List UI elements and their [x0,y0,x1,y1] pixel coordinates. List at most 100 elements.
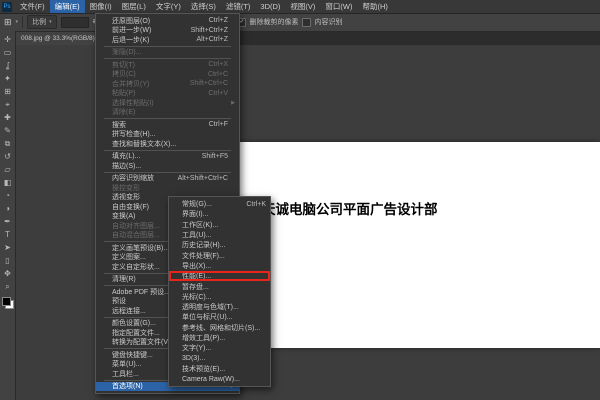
menubar-item-label: 图层(L) [122,1,146,12]
menu-item[interactable]: 还原图层(O) Ctrl+Z [96,16,239,26]
photoshop-window: Ps 文件(F) 编辑(E) 图像(I) 图层(L) 文字(Y) 选择(S) 滤… [0,0,600,400]
menu-item[interactable]: 查找和替换文本(X)... [96,139,239,149]
menu-item[interactable]: 描边(S)... [96,161,239,171]
tool-blur[interactable]: ◔ [1,189,14,202]
menubar-item-label: 窗口(W) [325,1,352,12]
menu-item[interactable]: 剪切(T) Ctrl+X [96,60,239,70]
tool-zoom[interactable]: ⌕ [1,280,14,293]
menubar-item[interactable]: 视图(V) [285,0,320,13]
submenu-item[interactable]: 增效工具(P)... [169,333,270,343]
menu-item[interactable]: 渐隐(D)... [96,48,239,58]
color-swatches[interactable] [2,297,14,309]
submenu-item[interactable]: 文件处理(F)... [169,250,270,260]
tool-icon: ✦ [4,74,11,83]
crop-ratio-dropdown[interactable]: 比例 ▾ [27,15,57,29]
menu-item[interactable]: 清除(E) [96,108,239,118]
tool-move[interactable]: ✛ [1,33,14,46]
menu-item[interactable]: 拷贝(C) Ctrl+C [96,70,239,80]
tool-pen[interactable]: ✒ [1,215,14,228]
menubar-item[interactable]: 图像(I) [85,0,117,13]
submenu-item-shortcut: Ctrl+K [246,201,266,208]
menu-item-shortcut: Shift+Ctrl+Z [191,27,228,34]
submenu-item-label: 性能(E)... [182,271,260,281]
tool-preset-caret-icon[interactable]: ▾ [16,19,19,25]
menu-item-label: 操控变形 [112,183,222,193]
tool-shape[interactable]: ▯ [1,254,14,267]
tool-gradient[interactable]: ◧ [1,176,14,189]
submenu-item[interactable]: 单位与标尺(U)... [169,312,270,322]
tool-history-brush[interactable]: ↺ [1,150,14,163]
crop-ratio-label: 比例 [32,17,46,27]
content-aware-option[interactable]: 内容识别 [302,17,342,27]
submenu-item[interactable]: 性能(E)... [169,271,270,281]
tool-icon: ⊞ [4,87,11,96]
menubar-item[interactable]: 文件(F) [15,0,50,13]
submenu-item[interactable]: 常规(G)... Ctrl+K [169,199,270,209]
submenu-item[interactable]: 参考线、网格和切片(S)... [169,323,270,333]
submenu-item[interactable]: 技术预览(E)... [169,364,270,374]
tool-icon: ⌖ [5,100,10,109]
menubar-item[interactable]: 帮助(H) [358,0,393,13]
submenu-item[interactable]: 历史记录(H)... [169,240,270,250]
crop-width-input[interactable] [61,17,89,28]
tool-hand[interactable]: ✥ [1,267,14,280]
menu-item[interactable]: 拼写检查(H)... [96,130,239,140]
menubar-item[interactable]: 滤镜(T) [221,0,256,13]
menu-item-shortcut: Ctrl+F [209,121,228,128]
menubar-item[interactable]: 编辑(E) [50,0,85,13]
submenu-item[interactable]: 文字(Y)... [169,343,270,353]
menubar-item[interactable]: 文字(Y) [151,0,186,13]
menu-item[interactable]: 内容识别缩放 Alt+Shift+Ctrl+C [96,174,239,184]
submenu-item-label: 工作区(K)... [182,220,260,230]
submenu-item[interactable]: Camera Raw(W)... [169,374,270,384]
menu-item-label: 前进一步(W) [112,25,185,35]
submenu-item[interactable]: 导出(X)... [169,261,270,271]
menubar-item[interactable]: 窗口(W) [320,0,357,13]
submenu-item[interactable]: 界面(I)... [169,209,270,219]
tool-lasso[interactable]: ʆ [1,59,14,72]
tool-dodge[interactable]: ◑ [1,202,14,215]
submenu-item[interactable]: 工作区(K)... [169,220,270,230]
menu-item[interactable]: 后退一步(K) Alt+Ctrl+Z [96,35,239,45]
menu-item[interactable]: 合并拷贝(Y) Shift+Ctrl+C [96,79,239,89]
tool-eraser[interactable]: ▱ [1,163,14,176]
delete-cropped-pixels-option[interactable]: ✓ 删除裁剪的像素 [237,17,298,27]
tool-marquee[interactable]: ▭ [1,46,14,59]
menu-item[interactable]: 粘贴(P) Ctrl+V [96,89,239,99]
menu-item-label: 选择性粘贴(I) [112,98,222,108]
tool-path-selection[interactable]: ➤ [1,241,14,254]
tool-crop[interactable]: ⊞ [1,85,14,98]
tool-quick-selection[interactable]: ✦ [1,72,14,85]
submenu-item-label: 技术预览(E)... [182,364,260,374]
submenu-item[interactable]: 透明度与色域(T)... [169,302,270,312]
tool-brush[interactable]: ✎ [1,124,14,137]
menu-item[interactable]: 前进一步(W) Shift+Ctrl+Z [96,26,239,36]
menu-item[interactable]: 填充(L)... Shift+F5 [96,152,239,162]
tool-icon: ▯ [5,256,9,265]
tool-eyedropper[interactable]: ⌖ [1,98,14,111]
submenu-item[interactable]: 光标(C)... [169,292,270,302]
menubar-item[interactable]: 3D(D) [255,0,285,13]
tool-clone-stamp[interactable]: ⧉ [1,137,14,150]
tool-type[interactable]: T [1,228,14,241]
checkbox-unchecked-icon[interactable] [302,18,311,27]
menubar-item[interactable]: 图层(L) [117,0,151,13]
tool-healing-brush[interactable]: ✚ [1,111,14,124]
tool-icon: ➤ [4,243,11,252]
submenu-item-label: 3D(3)... [182,355,260,362]
menubar-item[interactable]: 选择(S) [186,0,221,13]
submenu-item[interactable]: 3D(3)... [169,353,270,363]
menu-item-label: 还原图层(O) [112,16,203,26]
foreground-color-swatch[interactable] [2,297,11,306]
menu-item[interactable]: 搜索 Ctrl+F [96,120,239,130]
submenu-item[interactable]: 暂存盘... [169,281,270,291]
divider [22,16,23,28]
chevron-down-icon: ▾ [49,19,52,25]
menu-item[interactable]: 选择性粘贴(I) ▶ [96,98,239,108]
submenu-item[interactable]: 工具(U)... [169,230,270,240]
document-text: 天诚电脑公司平面广告设计部 [262,198,438,218]
menu-item[interactable]: 操控变形 [96,183,239,193]
options-bar: ⊞ ▾ 比例 ▾ ⇄ 清除 ⟋ 拉直 ▦ ▾ ⚙ ✓ 删除裁剪的像素 内容识别 [0,13,600,32]
menubar-item-label: 图像(I) [90,1,112,12]
submenu-arrow-icon: ▶ [228,100,235,106]
